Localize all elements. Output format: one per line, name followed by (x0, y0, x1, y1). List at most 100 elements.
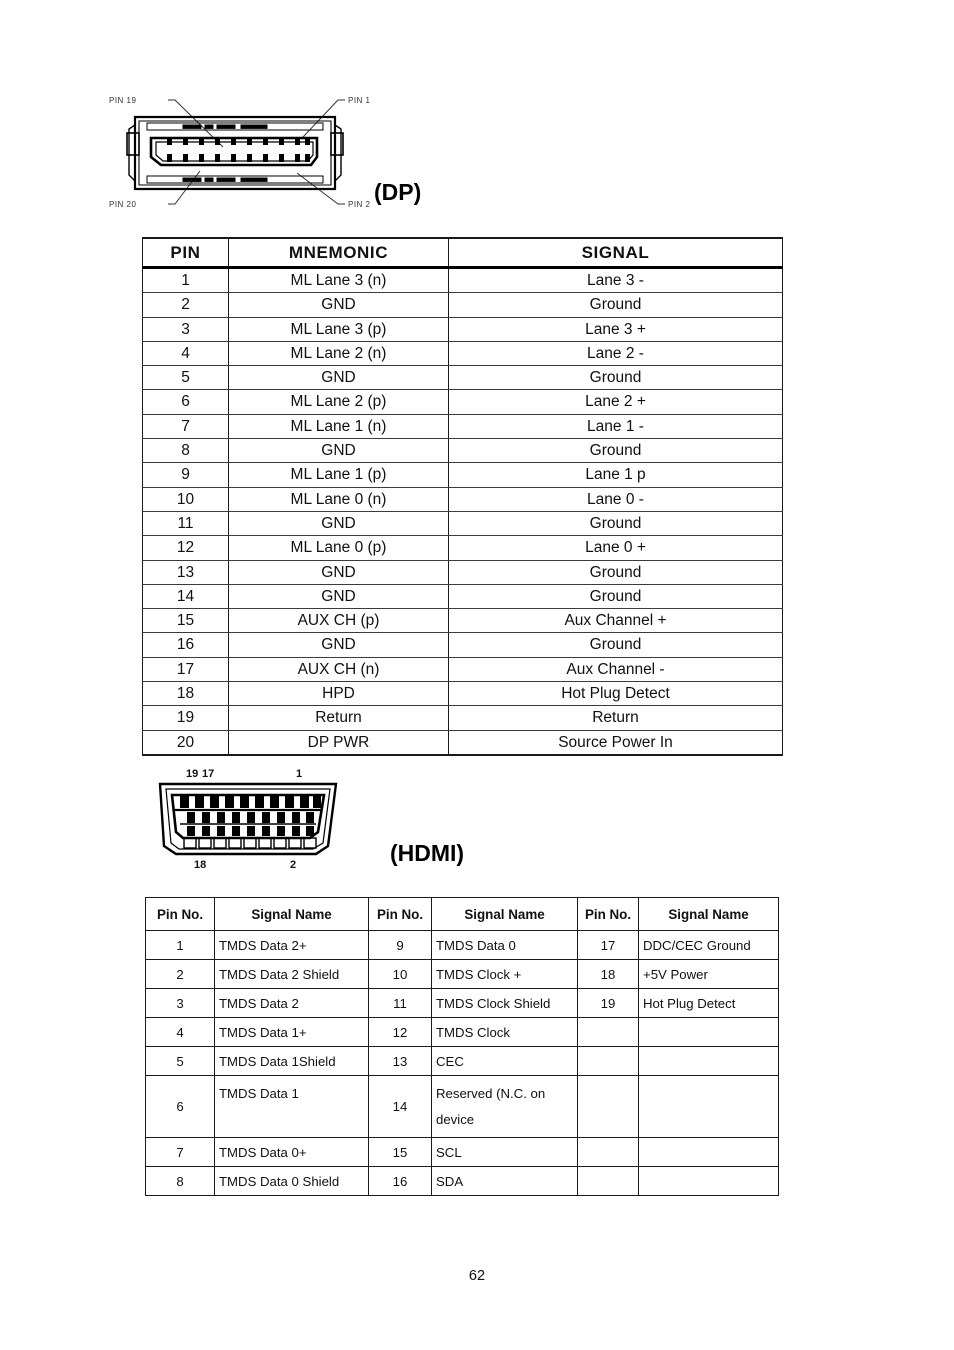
hdmi-cell-signal-2: TMDS Clock Shield (431, 988, 578, 1018)
dp-header-pin: PIN (142, 237, 229, 269)
hdmi-cell-signal-3 (638, 1166, 779, 1196)
hdmi-pin1-label: 1 (296, 768, 302, 780)
hdmi-cell-pin-1: 4 (145, 1017, 215, 1047)
hdmi-header-signal-1: Signal Name (214, 897, 369, 931)
hdmi-cell-signal-3: +5V Power (638, 959, 779, 989)
hdmi-cell-signal-1: TMDS Data 2 (214, 988, 369, 1018)
dp-cell-signal: Return (448, 705, 783, 731)
dp-cell-signal: Ground (448, 632, 783, 658)
table-row: 6 ML Lane 2 (p) Lane 2 + (142, 389, 783, 415)
dp-cell-mnemonic: ML Lane 3 (n) (228, 266, 449, 294)
table-row: 10 ML Lane 0 (n) Lane 0 - (142, 486, 783, 512)
table-row: 18 HPD Hot Plug Detect (142, 681, 783, 707)
hdmi-cell-signal-1: TMDS Data 1+ (214, 1017, 369, 1047)
hdmi-cell-pin-3: 19 (577, 988, 639, 1018)
table-row: 16 GND Ground (142, 632, 783, 658)
dp-cell-signal: Ground (448, 292, 783, 318)
hdmi-cell-signal-2: SCL (431, 1137, 578, 1167)
hdmi-cell-signal-3 (638, 1137, 779, 1167)
dp-pin1-label: PIN 1 (348, 96, 371, 105)
dp-header-signal: SIGNAL (448, 237, 783, 269)
table-row: 6 TMDS Data 1 14 Reserved (N.C. on device (145, 1075, 779, 1138)
dp-cell-mnemonic: ML Lane 1 (n) (228, 413, 449, 440)
dp-cell-mnemonic: GND (228, 559, 449, 585)
hdmi-pin17-label: 17 (202, 768, 214, 780)
table-row: 7 TMDS Data 0+ 15 SCL (145, 1137, 779, 1167)
dp-cell-mnemonic: ML Lane 2 (p) (228, 389, 449, 415)
table-row: 19 Return Return (142, 705, 783, 731)
hdmi-cell-pin-2: 9 (368, 930, 432, 960)
table-row: 7 ML Lane 1 (n) Lane 1 - (142, 413, 783, 440)
hdmi-cell-signal-1: TMDS Data 1Shield (214, 1046, 369, 1076)
hdmi-cell-signal-3: Hot Plug Detect (638, 988, 779, 1018)
dp-cell-mnemonic: Return (228, 705, 449, 731)
hdmi-cell-signal-1: TMDS Data 1 (214, 1075, 369, 1138)
dp-cell-signal: Ground (448, 365, 783, 391)
dp-cell-pin: 3 (142, 316, 229, 342)
hdmi-pin2-label: 2 (290, 859, 296, 871)
dp-cell-mnemonic: GND (228, 583, 449, 610)
hdmi-cell-pin-2: 11 (368, 988, 432, 1018)
table-row: 13 GND Ground (142, 559, 783, 585)
dp-cell-pin: 13 (142, 559, 229, 585)
dp-cell-pin: 16 (142, 632, 229, 658)
dp-cell-signal: Lane 1 p (448, 462, 783, 488)
hdmi-cell-signal-2: TMDS Clock + (431, 959, 578, 989)
dp-cell-signal: Aux Channel - (448, 656, 783, 683)
dp-cell-pin: 20 (142, 729, 229, 756)
table-row: 8 GND Ground (142, 438, 783, 464)
hdmi-cell-signal-1: TMDS Data 2 Shield (214, 959, 369, 989)
table-row: 4 ML Lane 2 (n) Lane 2 - (142, 340, 783, 367)
table-row: 11 GND Ground (142, 510, 783, 537)
dp-cell-pin: 6 (142, 389, 229, 415)
table-row: 12 ML Lane 0 (p) Lane 0 + (142, 535, 783, 561)
dp-cell-mnemonic: ML Lane 0 (p) (228, 535, 449, 561)
dp-cell-signal: Ground (448, 559, 783, 585)
hdmi-header-signal-3: Signal Name (638, 897, 779, 931)
dp-cell-mnemonic: DP PWR (228, 729, 449, 756)
table-row: 3 ML Lane 3 (p) Lane 3 + (142, 316, 783, 342)
hdmi-pin-table: Pin No. Signal Name Pin No. Signal Name … (145, 897, 779, 1196)
table-row: 3 TMDS Data 2 11 TMDS Clock Shield 19 Hot Plu… (145, 988, 779, 1018)
dp-pin2-label: PIN 2 (348, 200, 371, 209)
dp-cell-signal: Hot Plug Detect (448, 681, 783, 707)
hdmi-cell-signal-3 (638, 1017, 779, 1047)
dp-cell-pin: 12 (142, 535, 229, 561)
dp-cell-mnemonic: HPD (228, 681, 449, 707)
dp-cell-mnemonic: GND (228, 632, 449, 658)
dp-cell-pin: 19 (142, 705, 229, 731)
table-row: 1 ML Lane 3 (n) Lane 3 - (142, 266, 783, 294)
displayport-pin-table: PIN MNEMONIC SIGNAL 1 ML Lane 3 (n) Lane 3… (142, 237, 783, 756)
dp-cell-pin: 11 (142, 510, 229, 537)
hdmi-cell-pin-3: 18 (577, 959, 639, 989)
dp-cell-signal: Ground (448, 583, 783, 610)
hdmi-cell-pin-3: 17 (577, 930, 639, 960)
table-row: 14 GND Ground (142, 583, 783, 610)
hdmi-cell-pin-2: 12 (368, 1017, 432, 1047)
hdmi-cell-pin-3 (577, 1166, 639, 1196)
dp-cell-signal: Lane 3 + (448, 316, 783, 342)
table-row: 17 AUX CH (n) Aux Channel - (142, 656, 783, 683)
hdmi-cell-pin-1: 6 (145, 1075, 215, 1138)
dp-cell-pin: 9 (142, 462, 229, 488)
hdmi-cell-signal-3 (638, 1046, 779, 1076)
dp-cell-mnemonic: GND (228, 438, 449, 464)
dp-cell-pin: 10 (142, 486, 229, 512)
hdmi-cell-pin-3 (577, 1046, 639, 1076)
dp-cell-pin: 15 (142, 608, 229, 634)
dp-cell-mnemonic: AUX CH (n) (228, 656, 449, 683)
dp-header-mnemonic: MNEMONIC (228, 237, 449, 269)
hdmi-table-header-row: Pin No. Signal Name Pin No. Signal Name … (145, 897, 779, 931)
hdmi-cell-signal-2: CEC (431, 1046, 578, 1076)
dp-cell-pin: 17 (142, 656, 229, 683)
dp-table-header-row: PIN MNEMONIC SIGNAL (142, 237, 783, 269)
hdmi-cell-pin-1: 7 (145, 1137, 215, 1167)
dp-cell-mnemonic: ML Lane 0 (n) (228, 486, 449, 512)
dp-cell-signal: Ground (448, 510, 783, 537)
dp-cell-pin: 14 (142, 583, 229, 610)
hdmi-cell-pin-1: 5 (145, 1046, 215, 1076)
table-row: 5 GND Ground (142, 365, 783, 391)
dp-cell-pin: 7 (142, 413, 229, 440)
hdmi-connector-diagram: 19 17 1 18 2 (150, 762, 400, 872)
hdmi-caption: (HDMI) (390, 840, 465, 866)
